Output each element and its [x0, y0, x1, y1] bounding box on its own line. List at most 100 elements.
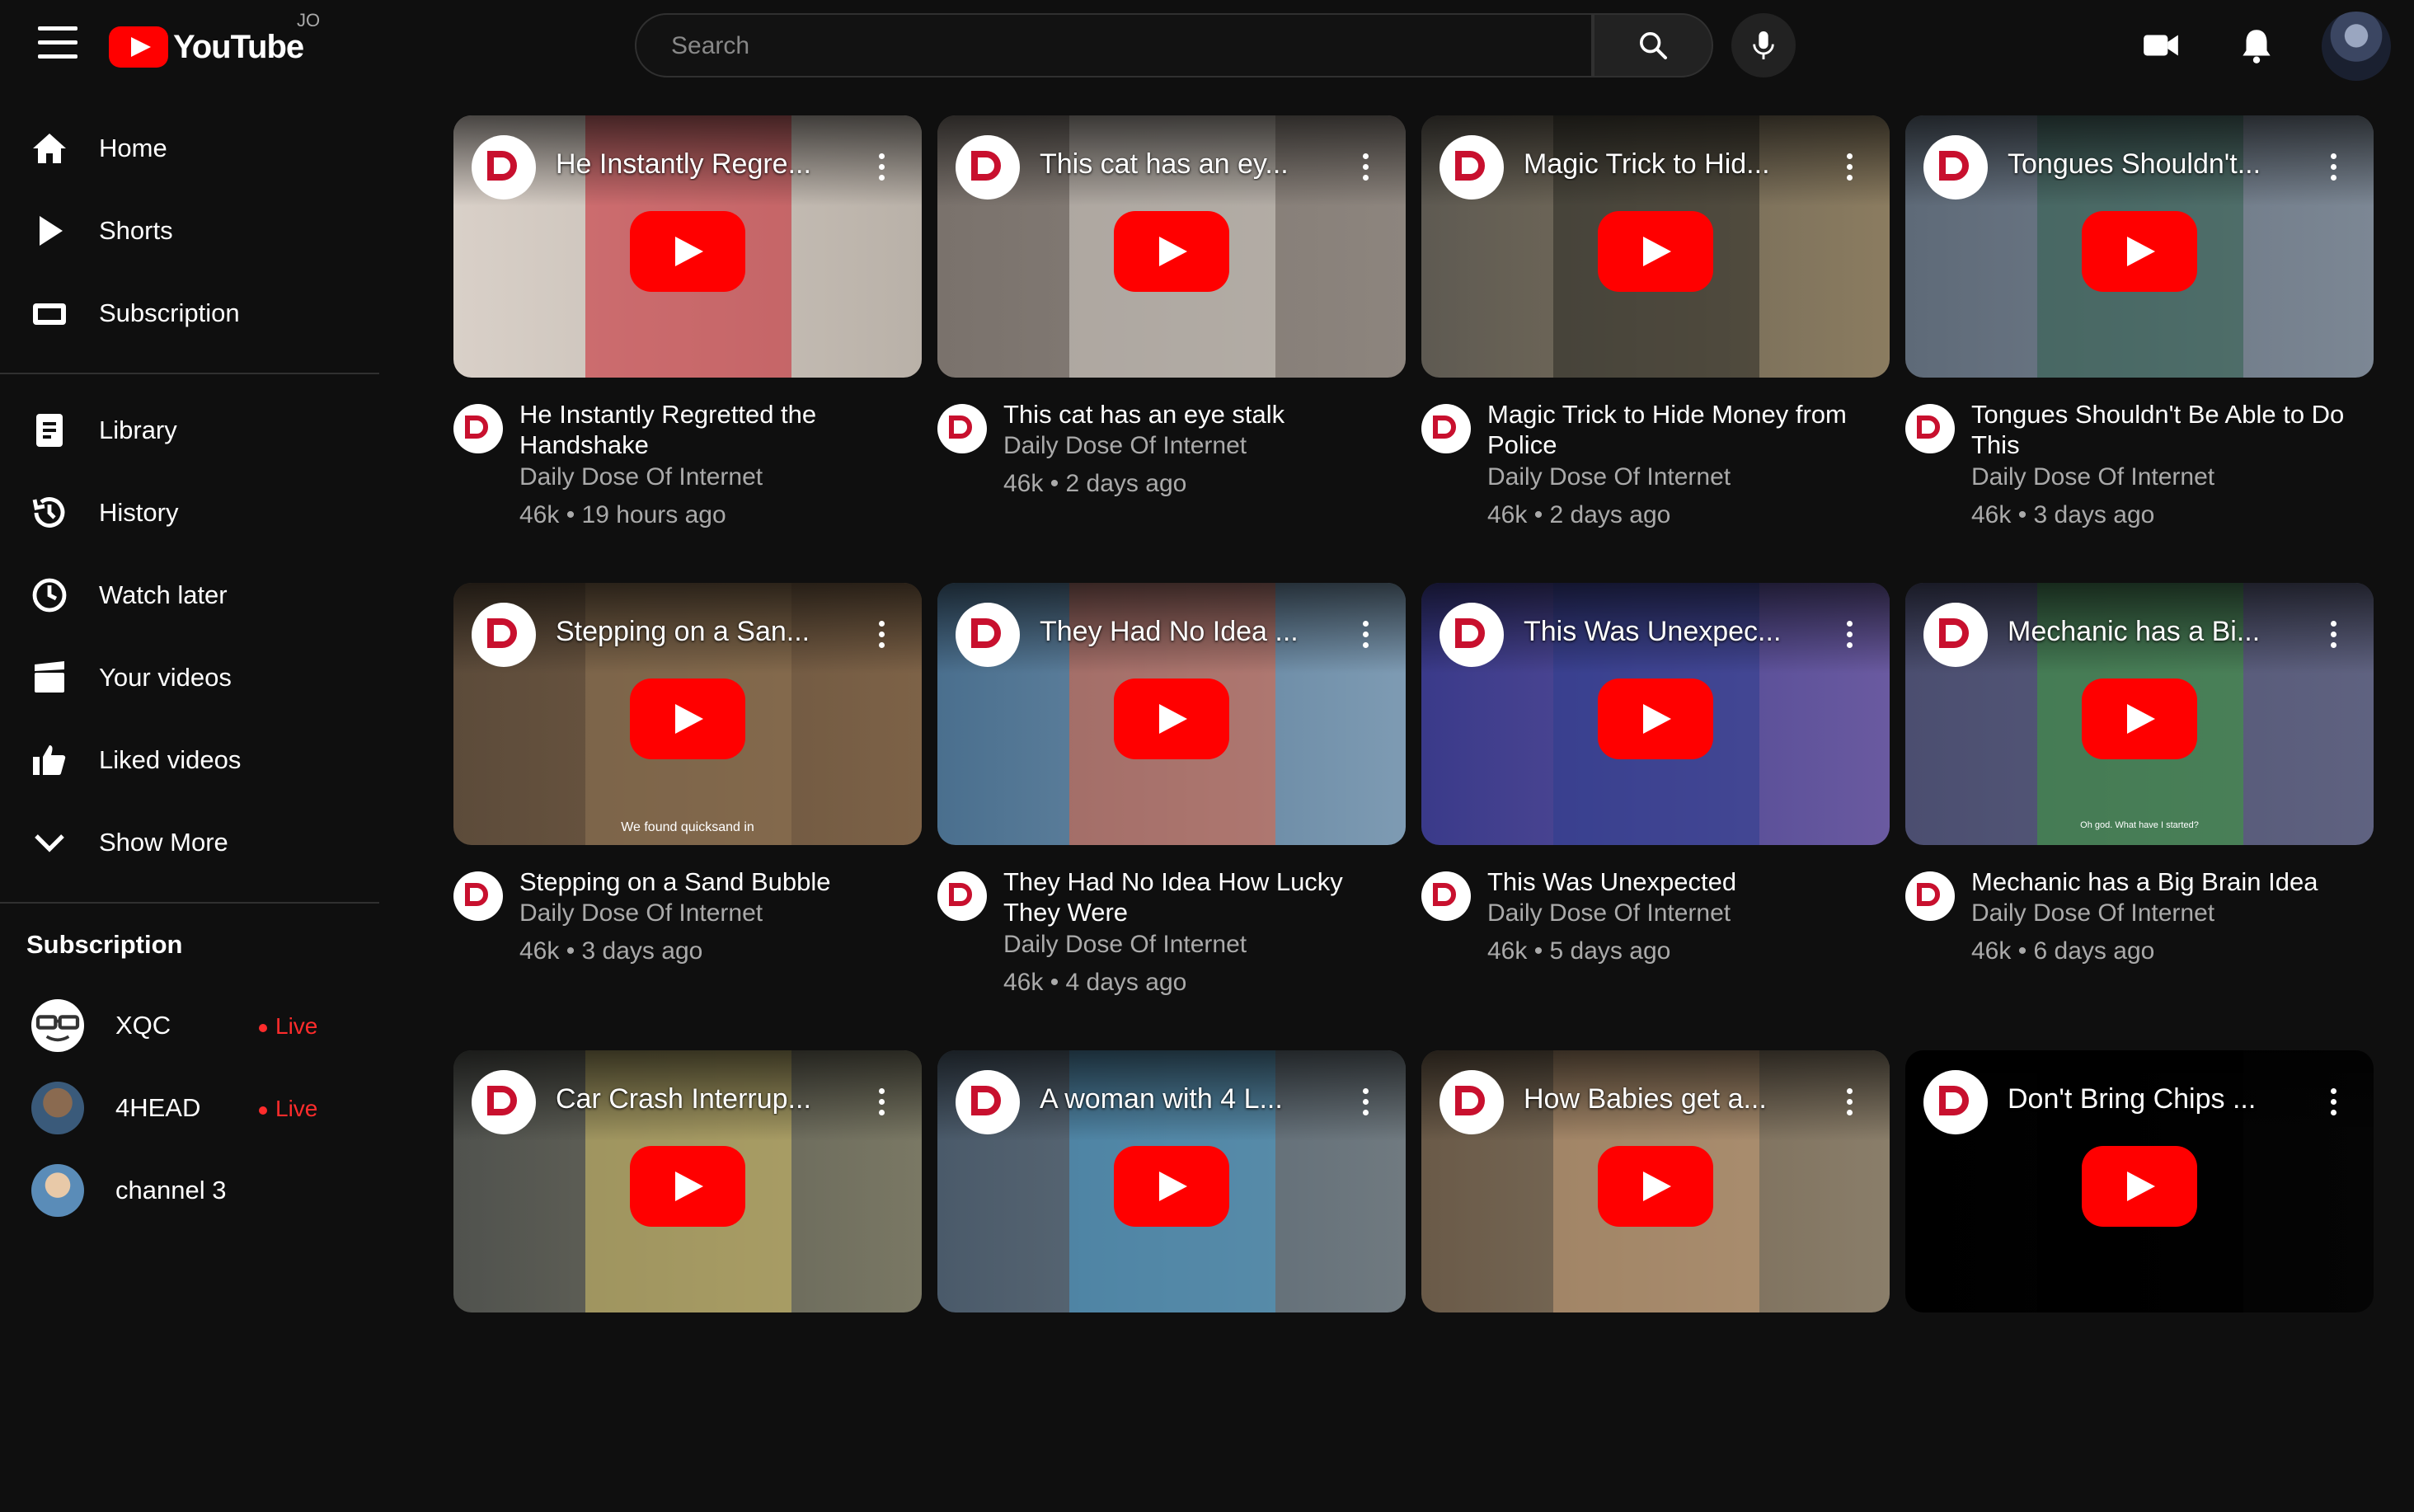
search-input[interactable] — [669, 15, 1563, 77]
sidebar-item-show-more[interactable]: Show More — [0, 803, 379, 882]
more-options-icon[interactable] — [877, 1088, 885, 1121]
video-thumbnail[interactable]: Car Crash Interrup... — [453, 1050, 922, 1312]
video-card[interactable]: He Instantly Regre... He Instantly Regre… — [453, 115, 922, 577]
video-card[interactable]: How Babies get a... — [1421, 1050, 1890, 1512]
video-title[interactable]: Stepping on a Sand Bubble — [519, 866, 907, 897]
more-options-icon[interactable] — [877, 153, 885, 186]
play-button-icon[interactable] — [2082, 1146, 2197, 1227]
video-title[interactable]: This cat has an eye stalk — [1003, 399, 1391, 430]
youtube-play-logo-icon — [109, 26, 168, 68]
play-button-icon[interactable] — [630, 211, 745, 292]
more-options-icon[interactable] — [1361, 1088, 1369, 1121]
play-button-icon[interactable] — [1598, 211, 1713, 292]
video-card[interactable]: Mechanic has a Bi... Oh god. What have I… — [1905, 583, 2374, 1045]
video-title[interactable]: This Was Unexpected — [1487, 866, 1875, 897]
live-badge: Live — [259, 1013, 317, 1040]
video-thumbnail[interactable]: A woman with 4 L... — [937, 1050, 1406, 1312]
video-card[interactable]: Tongues Shouldn't... Tongues Shouldn't B… — [1905, 115, 2374, 577]
play-button-icon[interactable] — [630, 1146, 745, 1227]
play-button-icon[interactable] — [1114, 679, 1229, 759]
channel-name[interactable]: Daily Dose Of Internet — [1003, 931, 1247, 959]
video-thumbnail[interactable]: How Babies get a... — [1421, 1050, 1890, 1312]
channel-avatar[interactable] — [1905, 871, 1955, 921]
video-title[interactable]: He Instantly Regretted the Handshake — [519, 399, 907, 460]
channel-name[interactable]: Daily Dose Of Internet — [1487, 899, 1731, 927]
channel-name: channel 3 — [115, 1176, 227, 1204]
youtube-logo[interactable]: YouTube — [109, 25, 304, 69]
video-thumbnail[interactable]: Mechanic has a Bi... Oh god. What have I… — [1905, 583, 2374, 845]
video-thumbnail[interactable]: Stepping on a San... We found quicksand … — [453, 583, 922, 845]
video-thumbnail[interactable]: He Instantly Regre... — [453, 115, 922, 378]
video-thumbnail[interactable]: Magic Trick to Hid... — [1421, 115, 1890, 378]
play-button-icon[interactable] — [1598, 679, 1713, 759]
more-options-icon[interactable] — [1361, 621, 1369, 654]
channel-avatar[interactable] — [937, 404, 987, 453]
video-title[interactable]: Mechanic has a Big Brain Idea — [1971, 866, 2359, 897]
more-options-icon[interactable] — [1845, 153, 1853, 186]
more-options-icon[interactable] — [1845, 621, 1853, 654]
channel-avatar[interactable] — [453, 871, 503, 921]
more-options-icon[interactable] — [2329, 153, 2337, 186]
video-card[interactable]: Magic Trick to Hid... Magic Trick to Hid… — [1421, 115, 1890, 577]
play-button-icon[interactable] — [2082, 679, 2197, 759]
video-title[interactable]: Tongues Shouldn't Be Able to Do This — [1971, 399, 2359, 460]
channel-name[interactable]: Daily Dose Of Internet — [1971, 899, 2214, 927]
video-meta: 46k • 19 hours ago — [519, 501, 726, 528]
more-options-icon[interactable] — [877, 621, 885, 654]
video-thumbnail[interactable]: This Was Unexpec... — [1421, 583, 1890, 845]
sidebar-item-shorts[interactable]: Shorts — [0, 191, 379, 270]
sidebar-item-watch-later[interactable]: Watch later — [0, 556, 379, 635]
sidebar-item-label: Liked videos — [99, 745, 242, 774]
play-button-icon[interactable] — [1598, 1146, 1713, 1227]
video-title[interactable]: Magic Trick to Hide Money from Police — [1487, 399, 1875, 460]
voice-search-button[interactable] — [1731, 13, 1796, 77]
video-card[interactable]: Don't Bring Chips ... — [1905, 1050, 2374, 1512]
video-meta: 46k • 3 days ago — [519, 937, 703, 965]
play-button-icon[interactable] — [1114, 1146, 1229, 1227]
video-title[interactable]: They Had No Idea How Lucky They Were — [1003, 866, 1391, 927]
channel-name[interactable]: Daily Dose Of Internet — [1971, 463, 2214, 491]
more-options-icon[interactable] — [2329, 621, 2337, 654]
channel-name[interactable]: Daily Dose Of Internet — [1487, 463, 1731, 491]
video-thumbnail[interactable]: Don't Bring Chips ... — [1905, 1050, 2374, 1312]
notifications-button[interactable] — [2234, 25, 2279, 66]
more-options-icon[interactable] — [2329, 1088, 2337, 1121]
thumbnail-title: Car Crash Interrup... — [556, 1083, 811, 1115]
channel-avatar[interactable] — [1421, 404, 1471, 453]
sidebar-item-home[interactable]: Home — [0, 109, 379, 188]
menu-icon[interactable] — [38, 26, 77, 63]
sidebar-item-your-videos[interactable]: Your videos — [0, 638, 379, 717]
play-button-icon[interactable] — [2082, 211, 2197, 292]
channel-name[interactable]: Daily Dose Of Internet — [519, 463, 763, 491]
sidebar-item-subscription[interactable]: Subscription — [0, 274, 379, 353]
video-thumbnail[interactable]: Tongues Shouldn't... — [1905, 115, 2374, 378]
video-thumbnail[interactable]: They Had No Idea ... — [937, 583, 1406, 845]
account-avatar[interactable] — [2322, 12, 2391, 81]
video-thumbnail[interactable]: This cat has an ey... — [937, 115, 1406, 378]
more-options-icon[interactable] — [1845, 1088, 1853, 1121]
sidebar-item-label: Library — [99, 416, 177, 444]
create-button[interactable] — [2139, 25, 2183, 66]
thumbnail-caption: Oh god. What have I started? — [2080, 820, 2199, 830]
sidebar-item-liked-videos[interactable]: Liked videos — [0, 721, 379, 800]
channel-avatar[interactable] — [453, 404, 503, 453]
channel-avatar[interactable] — [1421, 871, 1471, 921]
search-button[interactable] — [1593, 13, 1713, 77]
channel-avatar[interactable] — [1905, 404, 1955, 453]
sidebar-item-library[interactable]: Library — [0, 391, 379, 470]
video-card[interactable]: This Was Unexpec... This Was Unexpected … — [1421, 583, 1890, 1045]
sidebar-item-history[interactable]: History — [0, 473, 379, 552]
channel-name[interactable]: Daily Dose Of Internet — [519, 899, 763, 927]
video-card[interactable]: They Had No Idea ... They Had No Idea Ho… — [937, 583, 1406, 1045]
more-options-icon[interactable] — [1361, 153, 1369, 186]
video-card[interactable]: This cat has an ey... This cat has an ey… — [937, 115, 1406, 577]
avatar — [31, 999, 84, 1052]
video-card[interactable]: Car Crash Interrup... — [453, 1050, 922, 1512]
channel-avatar[interactable] — [937, 871, 987, 921]
channel-name[interactable]: Daily Dose Of Internet — [1003, 432, 1247, 460]
chevron-down-icon — [35, 834, 64, 852]
play-button-icon[interactable] — [1114, 211, 1229, 292]
video-card[interactable]: A woman with 4 L... — [937, 1050, 1406, 1512]
play-button-icon[interactable] — [630, 679, 745, 759]
video-card[interactable]: Stepping on a San... We found quicksand … — [453, 583, 922, 1045]
